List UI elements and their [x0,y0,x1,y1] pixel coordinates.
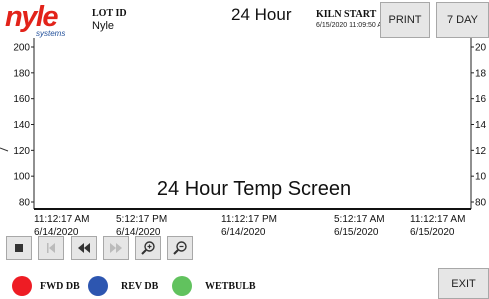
zoom-in-button[interactable] [135,236,161,260]
x-tick-time: 11:12:17 AM [34,214,89,225]
lot-id-value: Nyle [92,20,115,32]
y-tick-label-right: 18 [475,68,487,79]
y-tick-label-left: 120 [13,146,30,157]
fast-forward-button[interactable] [103,236,129,260]
kiln-start-label: KILN START [316,9,377,20]
y-tick-label-left: 180 [13,68,30,79]
zoom-out-icon [173,241,187,255]
zoom-out-button[interactable] [167,236,193,260]
exit-button[interactable]: EXIT [438,268,489,299]
print-button[interactable]: PRINT [380,2,430,38]
y-ticks-right: 20 18 16 14 12 10 80 [471,43,487,209]
x-tick-time: 5:12:17 AM [334,214,385,225]
fwd-db-legend-dot[interactable] [12,276,32,296]
rev-db-legend-label: REV DB [121,281,159,292]
zoom-in-icon [141,241,155,255]
temperature-chart: 200 180 160 140 120 100 80 20 18 16 14 12 10 80 11:1… [0,38,487,238]
y-ticks-left: 200 180 160 140 120 100 80 [13,43,34,209]
x-tick-time: 11:12:17 AM [410,214,465,225]
x-tick-time: 5:12:17 PM [116,214,167,225]
logo-subtitle: systems [36,29,65,38]
chart-title: 24 Hour Temp Screen [157,178,351,200]
fwd-db-legend-label: FWD DB [40,281,80,292]
y-tick-label-left: 80 [19,198,31,209]
x-tick-date: 6/14/2020 [221,227,266,238]
seven-day-button[interactable]: 7 DAY [436,2,489,38]
y-tick-label-left: 100 [13,172,30,183]
y-tick-label-right: 80 [475,198,487,209]
kiln-start-timestamp: 6/15/2020 11:09:50 AM [316,22,388,29]
wetbulb-legend-label: WETBULB [205,281,256,292]
axis-pointer-mark [0,147,9,152]
wetbulb-legend-dot[interactable] [172,276,192,296]
x-tick-date: 6/15/2020 [410,227,455,238]
rewind-icon [78,243,90,253]
x-tick-date: 6/15/2020 [334,227,379,238]
nyle-logo: nyle systems [5,2,65,38]
y-tick-label-left: 160 [13,94,30,105]
rev-db-legend-dot[interactable] [88,276,108,296]
page-title: 24 Hour [231,5,292,24]
stop-icon [15,244,23,252]
y-tick-label-right: 16 [475,94,487,105]
y-tick-label-right: 12 [475,146,487,157]
y-tick-label-left: 200 [13,43,30,54]
x-ticks: 11:12:17 AM6/14/20205:12:17 PM6/14/20201… [34,214,465,238]
fast-forward-icon [110,243,122,253]
lot-id-label: LOT ID [92,8,127,19]
skip-start-button[interactable] [38,236,64,260]
skip-start-icon [47,243,55,253]
x-tick-time: 11:12:17 PM [221,214,277,225]
y-tick-label-right: 20 [475,43,487,54]
stop-button[interactable] [6,236,32,260]
y-tick-label-left: 140 [13,120,30,131]
y-tick-label-right: 14 [475,120,487,131]
rewind-button[interactable] [71,236,97,260]
y-tick-label-right: 10 [475,172,487,183]
